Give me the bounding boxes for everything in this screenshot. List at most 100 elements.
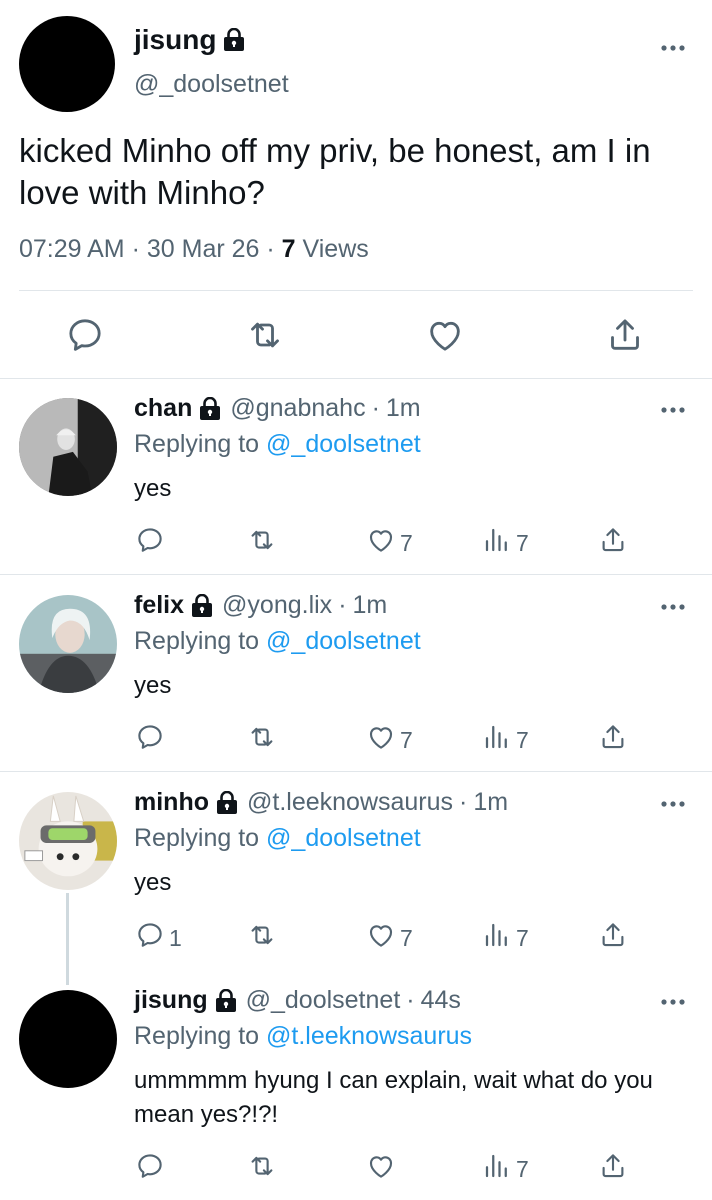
views-button[interactable]: 7 [482,1152,529,1186]
author-name[interactable]: felix [134,591,184,620]
author-handle[interactable]: @gnabnahc [230,394,365,423]
reply-time[interactable]: 44s [421,986,461,1015]
author-handle[interactable]: @yong.lix [222,591,332,620]
share-button[interactable] [598,921,628,955]
divider [19,290,693,291]
retweet-button[interactable] [247,723,277,757]
reply-actions: 1 7 7 [0,921,712,955]
reply-actions: 7 7 [0,723,712,757]
reply-icon[interactable] [65,315,105,355]
avatar[interactable] [19,398,117,496]
more-options-icon[interactable] [658,38,688,58]
reply-icon [135,722,165,758]
retweet-button[interactable] [247,526,277,560]
author-name[interactable]: jisung [134,986,208,1015]
mention-link[interactable]: @_doolsetnet [266,627,421,655]
views-button[interactable]: 7 [482,921,529,955]
reply-header: chan @gnabnahc · 1m [134,394,421,423]
reply-time[interactable]: 1m [473,788,508,817]
like-button[interactable] [366,1152,400,1186]
more-options-icon[interactable] [658,794,688,814]
lock-icon [198,396,222,421]
views-icon [482,920,512,956]
author-handle[interactable]: @t.leeknowsaurus [247,788,453,817]
author-name[interactable]: minho [134,788,209,817]
views-button[interactable]: 7 [482,723,529,757]
share-button[interactable] [598,723,628,757]
like-icon [366,525,396,561]
reply-count: 1 [169,924,182,951]
main-tweet: jisung @_doolsetnet kicked Minho off my … [0,0,712,380]
mention-link[interactable]: @_doolsetnet [266,824,421,852]
retweet-icon[interactable] [245,315,285,355]
reply-text: ummmmm hyung I can explain, wait what do… [134,1067,653,1128]
reply-time[interactable]: 1m [386,394,421,423]
author-handle[interactable]: @_doolsetnet [246,986,401,1015]
views-icon [482,525,512,561]
retweet-button[interactable] [247,921,277,955]
views-icon [482,722,512,758]
reply-button[interactable] [135,526,169,560]
share-button[interactable] [598,526,628,560]
replying-to: Replying to @t.leeknowsaurus [134,1022,472,1051]
reply-tweet: minho @t.leeknowsaurus · 1m Replying to … [0,774,712,974]
view-count: 7 [516,1155,529,1182]
share-icon [598,722,628,758]
avatar[interactable] [19,990,117,1088]
author-name[interactable]: chan [134,394,192,423]
retweet-icon [247,525,277,561]
views-count: 7 [281,235,296,263]
mention-link[interactable]: @t.leeknowsaurus [266,1022,472,1050]
meta-separator: · [338,591,347,619]
more-options-icon[interactable] [658,992,688,1012]
share-button[interactable] [598,1152,628,1186]
view-count: 7 [516,529,529,556]
like-count: 7 [400,726,413,753]
views-label[interactable]: Views [303,235,369,263]
like-button[interactable]: 7 [366,921,413,955]
reply-time[interactable]: 1m [353,591,388,620]
main-tweet-actions [0,315,712,357]
reply-text: yes [134,672,172,699]
like-button[interactable]: 7 [366,526,413,560]
divider [0,771,712,772]
view-count: 7 [516,924,529,951]
author-handle[interactable]: @_doolsetnet [134,70,289,99]
like-button[interactable]: 7 [366,723,413,757]
avatar[interactable] [19,16,115,112]
replying-to: Replying to @_doolsetnet [134,824,421,853]
tweet-time[interactable]: 07:29 AM [19,235,125,263]
reply-header: minho @t.leeknowsaurus · 1m [134,788,508,817]
tweet-text: kicked Minho off my priv, be honest, am … [19,132,651,211]
mention-link[interactable]: @_doolsetnet [266,430,421,458]
lock-icon [222,28,246,52]
views-icon [482,1151,512,1187]
like-count: 7 [400,529,413,556]
reply-icon [135,1151,165,1187]
share-icon[interactable] [605,315,645,355]
avatar[interactable] [19,595,117,693]
replying-label: Replying to [134,824,260,852]
reply-button[interactable] [135,723,169,757]
author-name[interactable]: jisung [134,24,216,56]
reply-header: felix @yong.lix · 1m [134,591,387,620]
views-button[interactable]: 7 [482,526,529,560]
replying-label: Replying to [134,1022,260,1050]
like-count: 7 [400,924,413,951]
reply-button[interactable] [135,1152,169,1186]
reply-tweet: felix @yong.lix · 1m Replying to @_dools… [0,577,712,772]
retweet-button[interactable] [247,1152,277,1186]
meta-separator: · [371,394,380,422]
avatar[interactable] [19,792,117,890]
retweet-icon [247,1151,277,1187]
like-icon[interactable] [425,315,465,355]
retweet-icon [247,722,277,758]
replying-to: Replying to @_doolsetnet [134,627,421,656]
like-icon [366,722,396,758]
more-options-icon[interactable] [658,597,688,617]
reply-button[interactable]: 1 [135,921,182,955]
tweet-date[interactable]: 30 Mar 26 [147,235,260,263]
like-icon [366,920,396,956]
author-name-row: jisung [134,24,246,56]
more-options-icon[interactable] [658,400,688,420]
